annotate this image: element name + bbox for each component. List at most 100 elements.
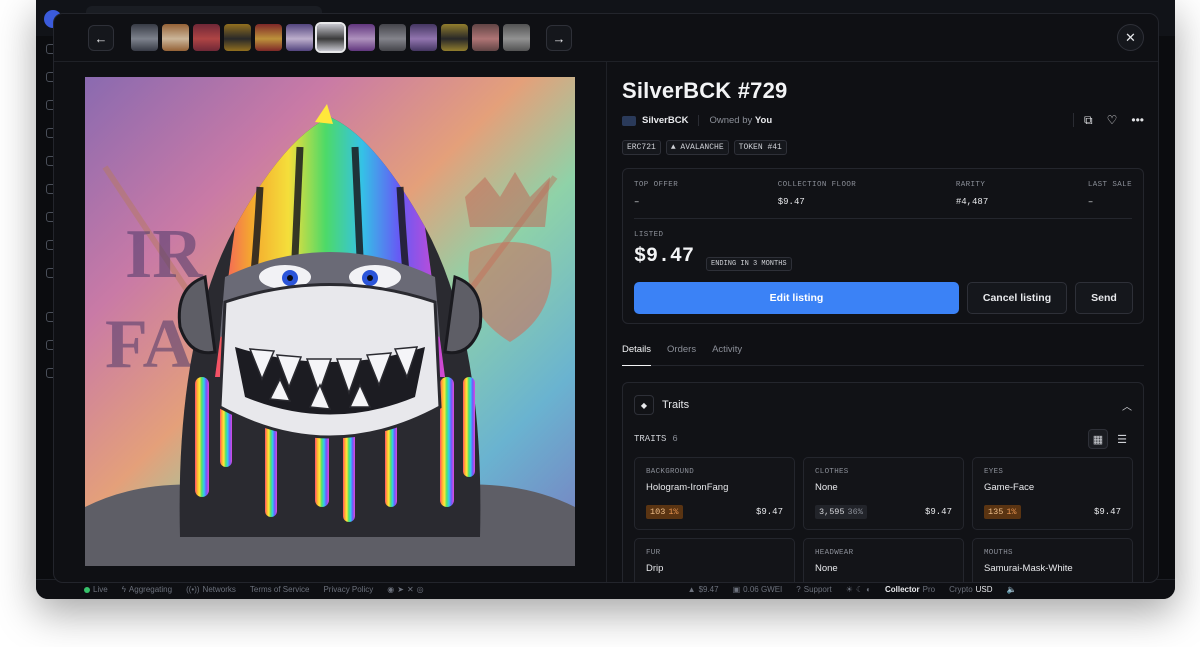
social-links[interactable]: ◉ ➤ ✕ ◎ bbox=[387, 585, 423, 594]
more-icon[interactable]: ••• bbox=[1131, 113, 1144, 128]
cancel-listing-button[interactable]: Cancel listing bbox=[967, 282, 1067, 314]
copy-icon[interactable]: ⧉ bbox=[1084, 113, 1093, 128]
mode-toggle[interactable]: Collector Pro bbox=[885, 585, 935, 594]
thumbnail[interactable] bbox=[193, 24, 220, 51]
stat-label: RARITY bbox=[955, 181, 986, 189]
aggregating-label: Aggregating bbox=[128, 585, 173, 594]
stat-value: #4,487 bbox=[955, 197, 989, 207]
heart-icon[interactable]: ♡ bbox=[1107, 113, 1118, 128]
owner-name[interactable]: You bbox=[755, 115, 772, 126]
panel-divider bbox=[606, 62, 607, 582]
trait-value: Samurai-Mask-White bbox=[984, 563, 1073, 574]
token-badge: TOKEN #41 bbox=[733, 140, 787, 155]
stat-value: – bbox=[634, 197, 640, 207]
close-button[interactable]: ✕ bbox=[1117, 24, 1144, 51]
list-view-icon[interactable]: ☰ bbox=[1112, 429, 1132, 449]
traits-title: Traits bbox=[662, 399, 690, 411]
gas-value: 0.06 GWEI bbox=[743, 585, 783, 594]
collection-link[interactable]: SilverBCK bbox=[642, 115, 688, 126]
privacy-link[interactable]: Privacy Policy bbox=[323, 585, 373, 594]
trait-floor-price: $9.47 bbox=[755, 507, 783, 517]
nft-image: IR FA bbox=[85, 77, 575, 566]
trait-type: CLOTHES bbox=[815, 468, 849, 476]
privacy-label: Privacy Policy bbox=[323, 585, 374, 594]
thumbnail[interactable] bbox=[348, 24, 375, 51]
thumbnail[interactable] bbox=[162, 24, 189, 51]
thumbnail[interactable] bbox=[472, 24, 499, 51]
aggregating-indicator[interactable]: ϟ Aggregating bbox=[122, 585, 172, 594]
trait-rarity-badge: 3,595 36% bbox=[815, 505, 867, 519]
trait-card[interactable]: CLOTHES None 3,595 36% $9.47 bbox=[803, 457, 964, 530]
stat-last-sale: LAST SALE – bbox=[1088, 181, 1132, 207]
traits-card: ◆ Traits ︿ TRAITS 6 ▦ ☰ BACKGROUND Hologr… bbox=[622, 382, 1144, 582]
grid-view-icon[interactable]: ▦ bbox=[1088, 429, 1108, 449]
traits-count: 6 bbox=[672, 434, 678, 444]
thumbnail-strip bbox=[131, 22, 530, 53]
avax-price-value: $9.47 bbox=[698, 585, 719, 594]
avalanche-icon: ▲ bbox=[687, 585, 696, 594]
trait-type: BACKGROUND bbox=[646, 468, 695, 476]
x-icon[interactable]: ✕ bbox=[407, 585, 414, 594]
sun-icon[interactable]: ☀ bbox=[846, 585, 853, 594]
trait-rarity-badge: 103 1% bbox=[646, 505, 683, 519]
moon-icon[interactable]: ☾ bbox=[856, 585, 863, 594]
gas-pump-icon: ▣ bbox=[732, 585, 741, 594]
thumbnail[interactable] bbox=[255, 24, 282, 51]
thumbnail[interactable] bbox=[503, 24, 530, 51]
trait-card[interactable]: MOUTHS Samurai-Mask-White bbox=[972, 538, 1133, 582]
trait-footer: 135 1% $9.47 bbox=[984, 505, 1121, 519]
trait-card[interactable]: BACKGROUND Hologram-IronFang 103 1% $9.47 bbox=[634, 457, 795, 530]
trait-card[interactable]: EYES Game-Face 135 1% $9.47 bbox=[972, 457, 1133, 530]
thumbnail[interactable] bbox=[286, 24, 313, 51]
instagram-icon[interactable]: ◎ bbox=[417, 585, 424, 594]
collection-logo[interactable] bbox=[622, 115, 636, 126]
trait-card[interactable]: FUR Drip bbox=[634, 538, 795, 582]
edit-listing-button[interactable]: Edit listing bbox=[634, 282, 959, 314]
currency-usd[interactable]: USD bbox=[976, 585, 993, 594]
mode-collector[interactable]: Collector bbox=[885, 585, 920, 594]
telegram-icon[interactable]: ➤ bbox=[397, 585, 404, 594]
trait-value: Drip bbox=[646, 563, 664, 574]
nft-artwork: IR FA bbox=[85, 77, 575, 566]
send-button[interactable]: Send bbox=[1075, 282, 1133, 314]
networks-link[interactable]: ((•)) Networks bbox=[186, 585, 236, 594]
terms-link[interactable]: Terms of Service bbox=[250, 585, 310, 594]
owned-by-label: Owned by bbox=[709, 115, 753, 126]
volume-icon[interactable]: 🔈 bbox=[1007, 585, 1017, 594]
next-arrow-button[interactable]: → bbox=[546, 25, 572, 51]
chain-badge: ▲ AVALANCHE bbox=[665, 140, 729, 155]
traits-header[interactable]: ◆ Traits ︿ bbox=[634, 395, 1132, 415]
discord-icon[interactable]: ◉ bbox=[387, 585, 394, 594]
thumbnail[interactable] bbox=[224, 24, 251, 51]
theme-toggle[interactable]: ☀ ☾ ◐ bbox=[846, 585, 871, 594]
currency-toggle[interactable]: Crypto USD bbox=[949, 585, 992, 594]
stat-value: $9.47 bbox=[777, 197, 805, 207]
gas-indicator: ▣ 0.06 GWEI bbox=[733, 585, 783, 594]
tab-orders[interactable]: Orders bbox=[667, 344, 696, 365]
thumbnail[interactable] bbox=[410, 24, 437, 51]
thumbnail[interactable] bbox=[315, 22, 346, 53]
traits-icon: ◆ bbox=[634, 395, 654, 415]
trait-card[interactable]: HEADWEAR None bbox=[803, 538, 964, 582]
currency-crypto[interactable]: Crypto bbox=[949, 585, 973, 594]
thumbnail[interactable] bbox=[441, 24, 468, 51]
nft-title: SilverBCK #729 bbox=[622, 78, 788, 103]
trait-count: 103 bbox=[650, 507, 666, 517]
live-indicator[interactable]: Live bbox=[84, 585, 108, 594]
trait-rarity-badge: 135 1% bbox=[984, 505, 1021, 519]
thumbnail[interactable] bbox=[131, 24, 158, 51]
price-card: TOP OFFER – COLLECTION FLOOR $9.47 RARITY #… bbox=[622, 168, 1144, 324]
tab-details[interactable]: Details bbox=[622, 344, 652, 366]
chevron-up-icon[interactable]: ︿ bbox=[1122, 398, 1132, 413]
prev-arrow-button[interactable]: ← bbox=[88, 25, 114, 51]
bolt-icon: ϟ bbox=[121, 585, 126, 594]
help-icon: ? bbox=[796, 585, 801, 594]
contrast-icon[interactable]: ◐ bbox=[866, 585, 871, 594]
support-link[interactable]: ? Support bbox=[796, 585, 831, 594]
stat-label: COLLECTION FLOOR bbox=[777, 181, 857, 189]
tab-activity[interactable]: Activity bbox=[712, 344, 742, 365]
trait-value: None bbox=[815, 563, 838, 574]
mode-pro[interactable]: Pro bbox=[923, 585, 935, 594]
thumbnail[interactable] bbox=[379, 24, 406, 51]
view-toggle: ▦ ☰ bbox=[1088, 429, 1132, 449]
